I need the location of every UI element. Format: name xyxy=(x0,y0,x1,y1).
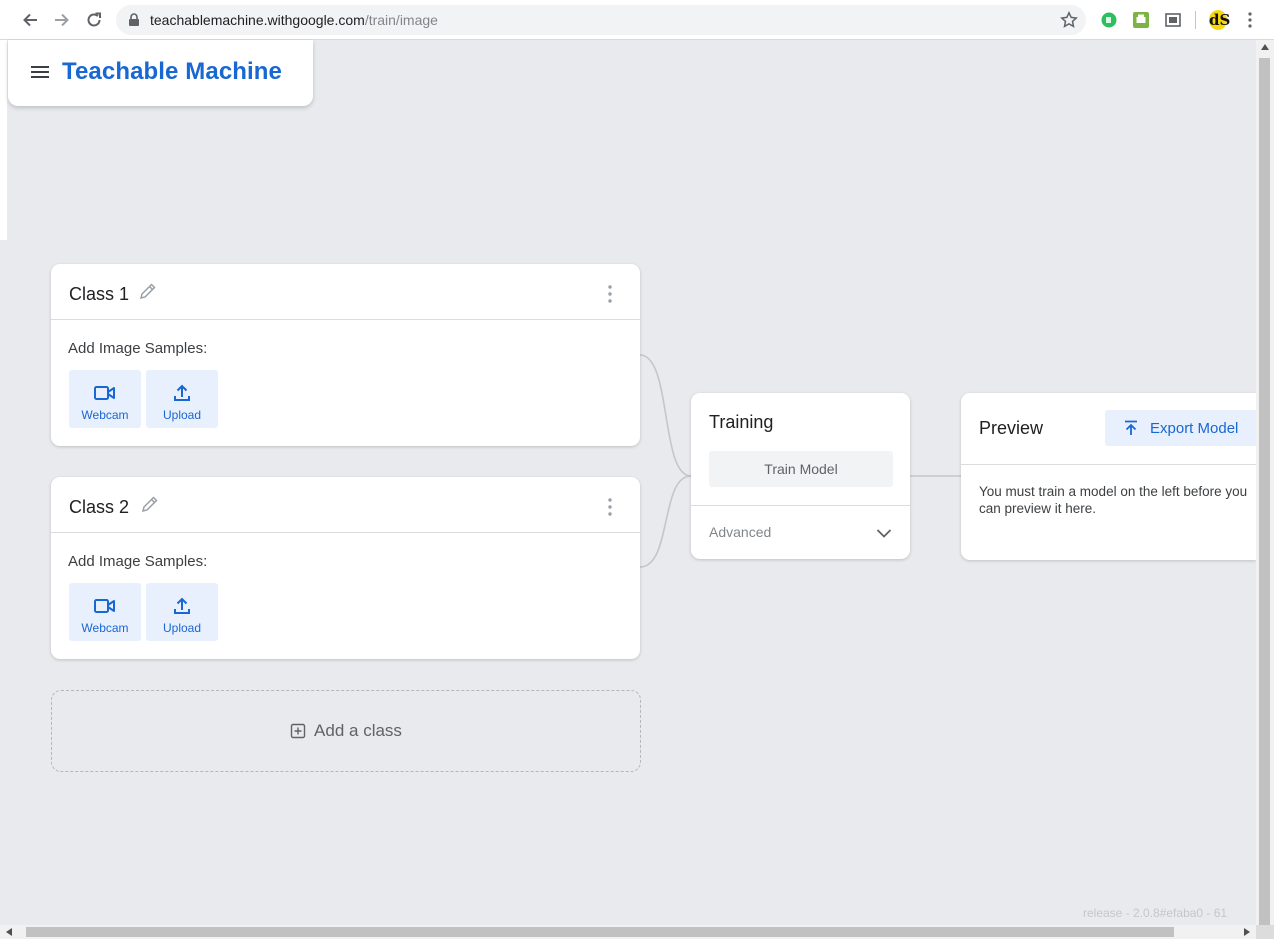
upload-icon xyxy=(174,597,190,614)
add-samples-label: Add Image Samples: xyxy=(68,553,208,570)
class-card-header: Class 2 xyxy=(51,477,640,533)
preview-message: You must train a model on the left befor… xyxy=(979,484,1248,516)
webcam-button[interactable]: Webcam xyxy=(69,583,141,641)
class-card-2: Class 2 Add Image Samples: Webcam Upload xyxy=(51,477,640,659)
reload-button[interactable] xyxy=(82,8,106,32)
preview-card: Preview Export Model You must train a mo… xyxy=(961,393,1256,560)
app-title[interactable]: Teachable Machine xyxy=(62,58,282,86)
url-host: teachablemachine.withgoogle.com xyxy=(150,12,365,28)
upload-label: Upload xyxy=(162,621,202,635)
webcam-label: Webcam xyxy=(81,621,129,635)
browser-toolbar: teachablemachine.withgoogle.com/train/im… xyxy=(0,0,1274,40)
url-text: teachablemachine.withgoogle.com/train/im… xyxy=(150,12,438,28)
url-path: /train/image xyxy=(364,12,438,28)
screenshot-extension-icon[interactable] xyxy=(1163,10,1183,30)
hamburger-menu-icon[interactable] xyxy=(30,62,50,82)
vertical-scroll-thumb[interactable] xyxy=(1259,58,1270,930)
upload-button[interactable]: Upload xyxy=(146,370,218,428)
class-card-1: Class 1 Add Image Samples: Webcam Upload xyxy=(51,264,640,446)
back-button[interactable] xyxy=(18,8,42,32)
export-model-button[interactable]: Export Model xyxy=(1105,410,1256,446)
preview-title: Preview xyxy=(979,418,1044,438)
upload-arrow-icon xyxy=(1125,420,1137,435)
edit-pencil-icon[interactable] xyxy=(138,281,158,301)
reload-icon xyxy=(87,12,101,27)
horizontal-scroll-thumb[interactable] xyxy=(26,927,1174,937)
window-edge xyxy=(0,40,7,240)
scroll-up-icon[interactable] xyxy=(1261,44,1269,50)
scrollbar-corner xyxy=(1256,925,1274,939)
edit-pencil-icon[interactable] xyxy=(140,494,160,514)
video-camera-icon xyxy=(94,386,115,400)
app-header: Teachable Machine xyxy=(8,40,313,106)
class-card-header: Class 1 xyxy=(51,264,640,320)
bookmark-star-icon[interactable] xyxy=(1060,11,1078,29)
profile-avatar[interactable]: dS xyxy=(1206,10,1230,30)
training-card: Training Train Model Advanced xyxy=(691,393,910,559)
class-options-icon[interactable] xyxy=(604,284,616,304)
toolbar-separator xyxy=(1195,11,1196,29)
browser-menu-button[interactable] xyxy=(1240,10,1260,30)
vertical-scrollbar[interactable] xyxy=(1256,40,1274,930)
advanced-toggle-label[interactable]: Advanced xyxy=(709,524,771,540)
add-box-icon xyxy=(290,723,306,739)
kebab-menu-icon xyxy=(1248,12,1252,28)
class-name[interactable]: Class 2 xyxy=(69,497,129,518)
add-samples-label: Add Image Samples: xyxy=(68,340,208,357)
profile-label: dS xyxy=(1209,11,1231,29)
chevron-down-icon[interactable] xyxy=(876,525,892,541)
lock-icon xyxy=(129,13,139,26)
video-camera-icon xyxy=(94,599,115,613)
webcam-button[interactable]: Webcam xyxy=(69,370,141,428)
class-name[interactable]: Class 1 xyxy=(69,284,129,305)
scroll-left-icon[interactable] xyxy=(6,928,12,936)
divider xyxy=(961,464,1256,465)
arrow-right-icon xyxy=(55,13,69,27)
upload-label: Upload xyxy=(162,408,202,422)
upload-button[interactable]: Upload xyxy=(146,583,218,641)
webcam-label: Webcam xyxy=(81,408,129,422)
scroll-right-icon[interactable] xyxy=(1244,928,1250,936)
arrow-left-icon xyxy=(23,13,37,27)
address-bar[interactable]: teachablemachine.withgoogle.com/train/im… xyxy=(116,5,1086,35)
train-model-button[interactable]: Train Model xyxy=(709,451,893,487)
horizontal-scrollbar[interactable] xyxy=(0,925,1256,939)
release-version: release - 2.0.8#efaba0 - 61 xyxy=(1083,906,1228,920)
training-title: Training xyxy=(709,412,774,432)
forward-button[interactable] xyxy=(50,8,74,32)
add-class-label: Add a class xyxy=(314,721,402,740)
printer-extension-icon[interactable] xyxy=(1131,10,1151,30)
export-model-label: Export Model xyxy=(1150,420,1239,437)
divider xyxy=(691,505,910,506)
upload-icon xyxy=(174,384,190,401)
class-options-icon[interactable] xyxy=(604,497,616,517)
add-class-button[interactable]: Add a class xyxy=(51,690,641,772)
evernote-extension-icon[interactable] xyxy=(1099,10,1119,30)
